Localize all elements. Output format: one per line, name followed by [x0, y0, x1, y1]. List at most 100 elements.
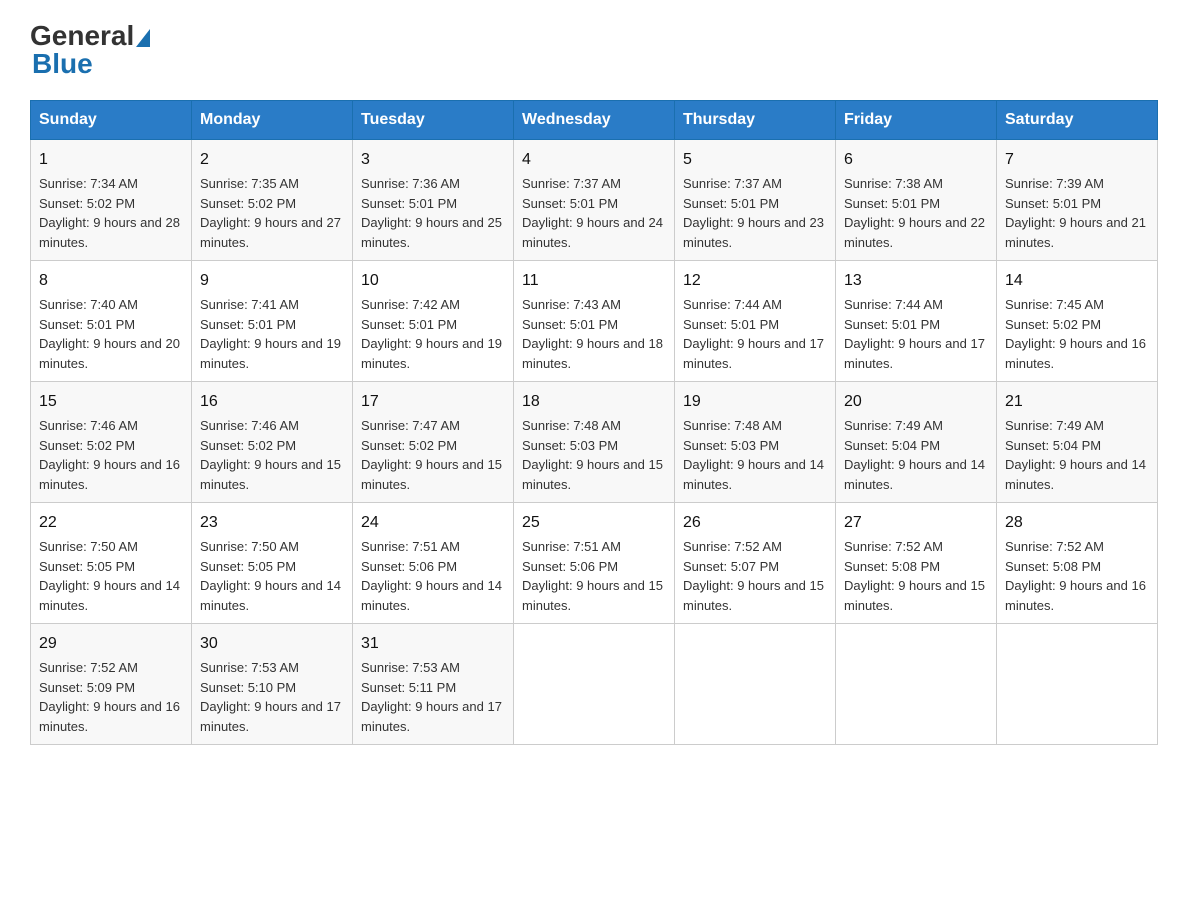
calendar-week-row: 8Sunrise: 7:40 AMSunset: 5:01 PMDaylight… — [31, 261, 1158, 382]
weekday-header-wednesday: Wednesday — [514, 101, 675, 140]
day-number: 18 — [522, 390, 666, 414]
day-number: 12 — [683, 269, 827, 293]
day-number: 15 — [39, 390, 183, 414]
day-info: Sunrise: 7:35 AMSunset: 5:02 PMDaylight:… — [200, 174, 344, 252]
day-info: Sunrise: 7:50 AMSunset: 5:05 PMDaylight:… — [39, 537, 183, 615]
calendar-cell: 8Sunrise: 7:40 AMSunset: 5:01 PMDaylight… — [31, 261, 192, 382]
calendar-cell — [675, 624, 836, 745]
weekday-header-thursday: Thursday — [675, 101, 836, 140]
weekday-header-saturday: Saturday — [997, 101, 1158, 140]
calendar-cell: 20Sunrise: 7:49 AMSunset: 5:04 PMDayligh… — [836, 382, 997, 503]
calendar-cell: 23Sunrise: 7:50 AMSunset: 5:05 PMDayligh… — [192, 503, 353, 624]
calendar-cell: 4Sunrise: 7:37 AMSunset: 5:01 PMDaylight… — [514, 140, 675, 261]
calendar-cell: 12Sunrise: 7:44 AMSunset: 5:01 PMDayligh… — [675, 261, 836, 382]
day-info: Sunrise: 7:37 AMSunset: 5:01 PMDaylight:… — [522, 174, 666, 252]
day-info: Sunrise: 7:40 AMSunset: 5:01 PMDaylight:… — [39, 295, 183, 373]
day-number: 29 — [39, 632, 183, 656]
calendar-week-row: 29Sunrise: 7:52 AMSunset: 5:09 PMDayligh… — [31, 624, 1158, 745]
calendar-cell: 26Sunrise: 7:52 AMSunset: 5:07 PMDayligh… — [675, 503, 836, 624]
day-number: 10 — [361, 269, 505, 293]
day-info: Sunrise: 7:37 AMSunset: 5:01 PMDaylight:… — [683, 174, 827, 252]
calendar-cell: 31Sunrise: 7:53 AMSunset: 5:11 PMDayligh… — [353, 624, 514, 745]
calendar-cell: 22Sunrise: 7:50 AMSunset: 5:05 PMDayligh… — [31, 503, 192, 624]
day-number: 24 — [361, 511, 505, 535]
day-info: Sunrise: 7:41 AMSunset: 5:01 PMDaylight:… — [200, 295, 344, 373]
day-info: Sunrise: 7:47 AMSunset: 5:02 PMDaylight:… — [361, 416, 505, 494]
day-info: Sunrise: 7:52 AMSunset: 5:07 PMDaylight:… — [683, 537, 827, 615]
calendar-cell: 14Sunrise: 7:45 AMSunset: 5:02 PMDayligh… — [997, 261, 1158, 382]
calendar-cell: 29Sunrise: 7:52 AMSunset: 5:09 PMDayligh… — [31, 624, 192, 745]
day-number: 2 — [200, 148, 344, 172]
day-number: 26 — [683, 511, 827, 535]
day-info: Sunrise: 7:48 AMSunset: 5:03 PMDaylight:… — [683, 416, 827, 494]
day-info: Sunrise: 7:34 AMSunset: 5:02 PMDaylight:… — [39, 174, 183, 252]
calendar-cell — [514, 624, 675, 745]
calendar-week-row: 15Sunrise: 7:46 AMSunset: 5:02 PMDayligh… — [31, 382, 1158, 503]
day-number: 4 — [522, 148, 666, 172]
day-number: 16 — [200, 390, 344, 414]
calendar-cell: 24Sunrise: 7:51 AMSunset: 5:06 PMDayligh… — [353, 503, 514, 624]
day-number: 11 — [522, 269, 666, 293]
day-info: Sunrise: 7:51 AMSunset: 5:06 PMDaylight:… — [361, 537, 505, 615]
calendar-cell: 1Sunrise: 7:34 AMSunset: 5:02 PMDaylight… — [31, 140, 192, 261]
calendar-table: SundayMondayTuesdayWednesdayThursdayFrid… — [30, 100, 1158, 745]
day-info: Sunrise: 7:46 AMSunset: 5:02 PMDaylight:… — [200, 416, 344, 494]
calendar-cell: 19Sunrise: 7:48 AMSunset: 5:03 PMDayligh… — [675, 382, 836, 503]
day-number: 25 — [522, 511, 666, 535]
day-info: Sunrise: 7:53 AMSunset: 5:10 PMDaylight:… — [200, 658, 344, 736]
calendar-cell: 18Sunrise: 7:48 AMSunset: 5:03 PMDayligh… — [514, 382, 675, 503]
day-number: 14 — [1005, 269, 1149, 293]
logo: General Blue — [30, 20, 150, 80]
calendar-body: 1Sunrise: 7:34 AMSunset: 5:02 PMDaylight… — [31, 140, 1158, 745]
calendar-cell: 21Sunrise: 7:49 AMSunset: 5:04 PMDayligh… — [997, 382, 1158, 503]
day-number: 30 — [200, 632, 344, 656]
day-number: 5 — [683, 148, 827, 172]
logo-blue-text: Blue — [32, 48, 93, 80]
calendar-cell: 2Sunrise: 7:35 AMSunset: 5:02 PMDaylight… — [192, 140, 353, 261]
day-number: 21 — [1005, 390, 1149, 414]
day-number: 20 — [844, 390, 988, 414]
logo-triangle-icon — [136, 29, 150, 47]
calendar-cell: 17Sunrise: 7:47 AMSunset: 5:02 PMDayligh… — [353, 382, 514, 503]
day-number: 31 — [361, 632, 505, 656]
page-header: General Blue — [30, 20, 1158, 80]
calendar-cell: 3Sunrise: 7:36 AMSunset: 5:01 PMDaylight… — [353, 140, 514, 261]
calendar-cell: 9Sunrise: 7:41 AMSunset: 5:01 PMDaylight… — [192, 261, 353, 382]
day-number: 23 — [200, 511, 344, 535]
calendar-cell — [997, 624, 1158, 745]
calendar-cell: 7Sunrise: 7:39 AMSunset: 5:01 PMDaylight… — [997, 140, 1158, 261]
calendar-cell: 27Sunrise: 7:52 AMSunset: 5:08 PMDayligh… — [836, 503, 997, 624]
day-number: 17 — [361, 390, 505, 414]
weekday-header-row: SundayMondayTuesdayWednesdayThursdayFrid… — [31, 101, 1158, 140]
calendar-cell: 15Sunrise: 7:46 AMSunset: 5:02 PMDayligh… — [31, 382, 192, 503]
day-info: Sunrise: 7:49 AMSunset: 5:04 PMDaylight:… — [844, 416, 988, 494]
day-info: Sunrise: 7:44 AMSunset: 5:01 PMDaylight:… — [683, 295, 827, 373]
weekday-header-friday: Friday — [836, 101, 997, 140]
day-info: Sunrise: 7:48 AMSunset: 5:03 PMDaylight:… — [522, 416, 666, 494]
calendar-week-row: 22Sunrise: 7:50 AMSunset: 5:05 PMDayligh… — [31, 503, 1158, 624]
day-number: 9 — [200, 269, 344, 293]
day-number: 3 — [361, 148, 505, 172]
calendar-week-row: 1Sunrise: 7:34 AMSunset: 5:02 PMDaylight… — [31, 140, 1158, 261]
calendar-cell: 25Sunrise: 7:51 AMSunset: 5:06 PMDayligh… — [514, 503, 675, 624]
calendar-cell: 28Sunrise: 7:52 AMSunset: 5:08 PMDayligh… — [997, 503, 1158, 624]
day-info: Sunrise: 7:53 AMSunset: 5:11 PMDaylight:… — [361, 658, 505, 736]
day-info: Sunrise: 7:49 AMSunset: 5:04 PMDaylight:… — [1005, 416, 1149, 494]
day-info: Sunrise: 7:52 AMSunset: 5:08 PMDaylight:… — [844, 537, 988, 615]
weekday-header-monday: Monday — [192, 101, 353, 140]
calendar-cell: 30Sunrise: 7:53 AMSunset: 5:10 PMDayligh… — [192, 624, 353, 745]
day-info: Sunrise: 7:45 AMSunset: 5:02 PMDaylight:… — [1005, 295, 1149, 373]
day-info: Sunrise: 7:43 AMSunset: 5:01 PMDaylight:… — [522, 295, 666, 373]
calendar-cell: 6Sunrise: 7:38 AMSunset: 5:01 PMDaylight… — [836, 140, 997, 261]
calendar-cell: 13Sunrise: 7:44 AMSunset: 5:01 PMDayligh… — [836, 261, 997, 382]
day-number: 19 — [683, 390, 827, 414]
day-info: Sunrise: 7:42 AMSunset: 5:01 PMDaylight:… — [361, 295, 505, 373]
day-info: Sunrise: 7:50 AMSunset: 5:05 PMDaylight:… — [200, 537, 344, 615]
day-info: Sunrise: 7:44 AMSunset: 5:01 PMDaylight:… — [844, 295, 988, 373]
calendar-cell: 10Sunrise: 7:42 AMSunset: 5:01 PMDayligh… — [353, 261, 514, 382]
day-info: Sunrise: 7:46 AMSunset: 5:02 PMDaylight:… — [39, 416, 183, 494]
day-number: 22 — [39, 511, 183, 535]
calendar-header: SundayMondayTuesdayWednesdayThursdayFrid… — [31, 101, 1158, 140]
weekday-header-sunday: Sunday — [31, 101, 192, 140]
weekday-header-tuesday: Tuesday — [353, 101, 514, 140]
